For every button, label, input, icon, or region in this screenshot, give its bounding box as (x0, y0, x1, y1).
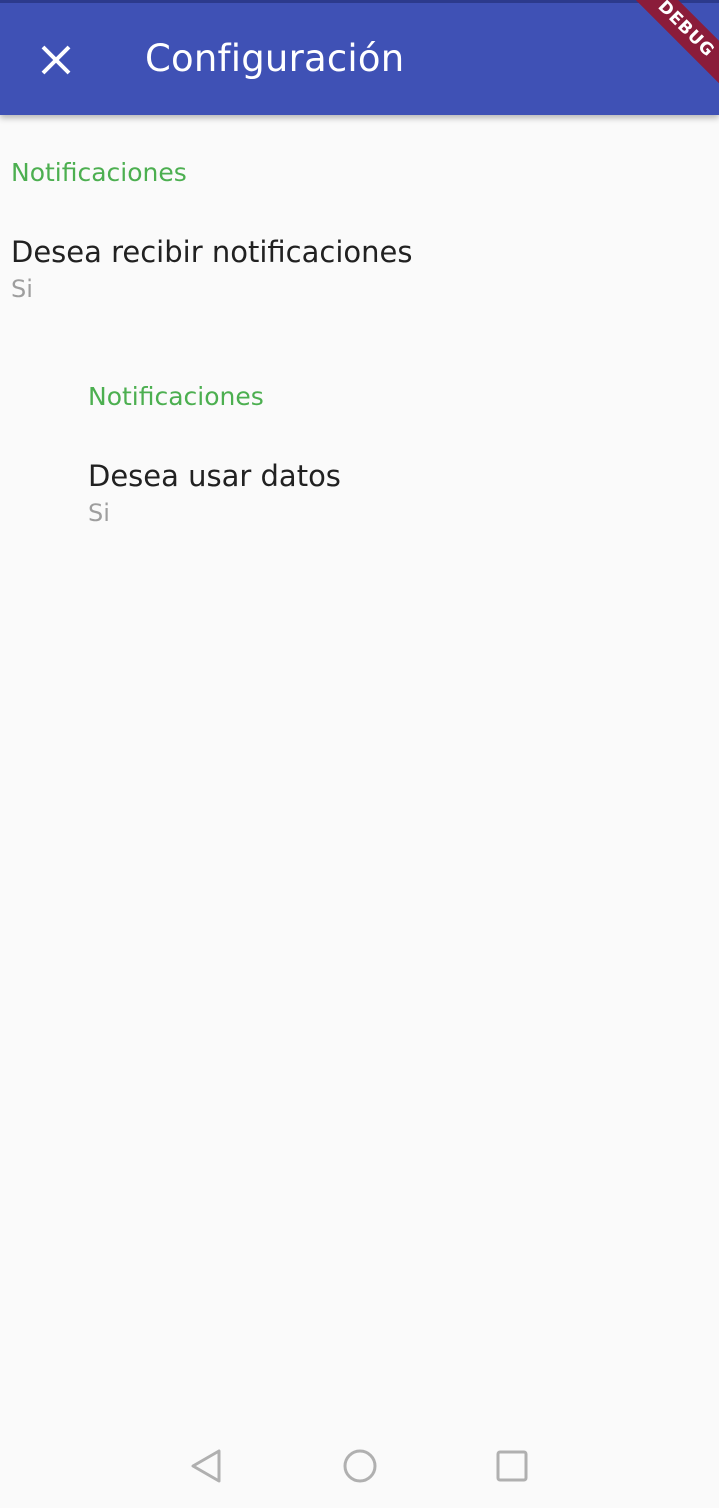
close-button[interactable] (28, 32, 84, 88)
home-icon (343, 1449, 377, 1483)
setting-tile-title: Desea usar datos (88, 459, 341, 493)
settings-screen: Configuración DEBUG Notificaciones Desea… (0, 0, 719, 1508)
section-title-notificaciones-nested: Notificaciones (88, 382, 264, 411)
setting-tile-value: Si (88, 499, 110, 527)
nav-home-button[interactable] (336, 1442, 384, 1490)
section-title-notificaciones: Notificaciones (11, 158, 187, 187)
status-bar-edge (0, 0, 719, 3)
recents-icon (496, 1450, 528, 1482)
nav-recents-button[interactable] (488, 1442, 536, 1490)
close-icon (41, 45, 71, 75)
back-icon (191, 1449, 221, 1483)
page-title: Configuración (145, 37, 405, 80)
nav-back-button[interactable] (182, 1442, 230, 1490)
setting-tile-use-data[interactable]: Desea usar datos Si (88, 457, 341, 529)
setting-tile-value: Si (11, 275, 33, 303)
system-navigation-bar (0, 1424, 719, 1508)
setting-tile-receive-notifications[interactable]: Desea recibir notificaciones Si (11, 233, 412, 305)
setting-tile-title: Desea recibir notificaciones (11, 235, 413, 269)
app-bar: Configuración (0, 0, 719, 115)
